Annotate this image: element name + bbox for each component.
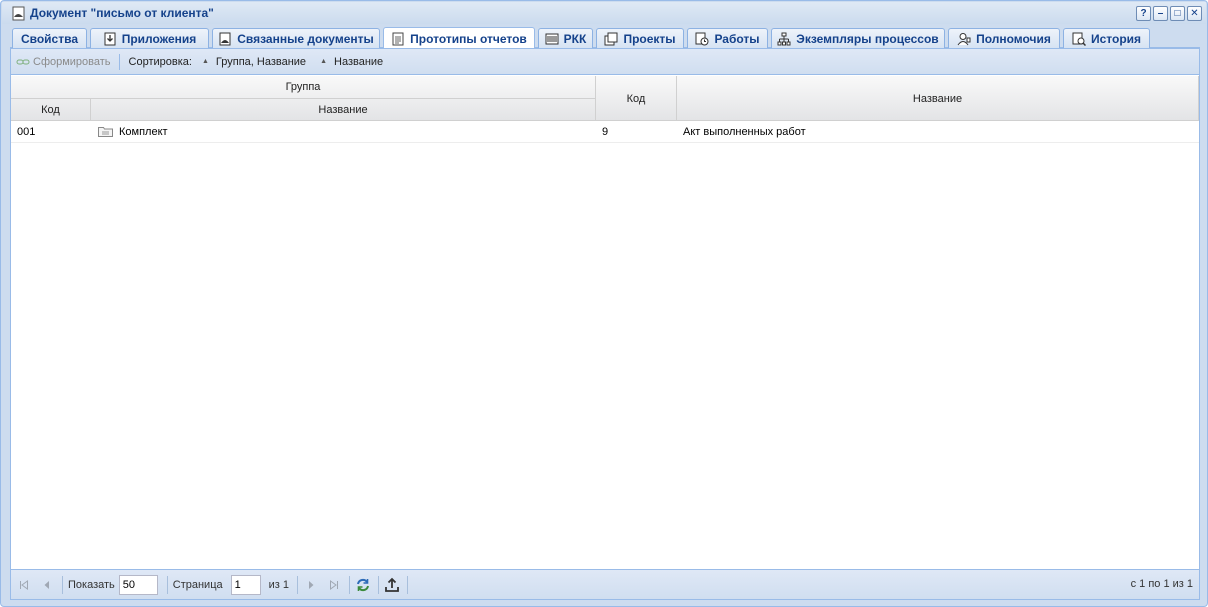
group-column-header[interactable]: Группа — [11, 76, 596, 99]
rkk-icon — [545, 32, 559, 46]
generate-label: Сформировать — [33, 55, 111, 68]
tab-label: Работы — [714, 31, 760, 46]
show-label: Показать — [68, 578, 115, 591]
tab-label: Приложения — [121, 31, 197, 46]
sort-item-label: Группа, Название — [215, 55, 307, 68]
tab-label: История — [1090, 31, 1142, 46]
history-icon — [1072, 32, 1086, 46]
last-page-icon[interactable] — [326, 577, 342, 593]
minimize-button[interactable]: – — [1153, 6, 1168, 21]
prev-page-icon[interactable] — [39, 577, 55, 593]
group-code-column-header[interactable]: Код — [11, 99, 91, 121]
linked-docs-icon — [218, 32, 232, 46]
paging-status: с 1 по 1 из 1 — [1130, 578, 1193, 590]
group-name-header-label: Название — [318, 104, 368, 116]
sort-label: Сортировка: — [128, 55, 192, 68]
tab-strip: Свойства Приложения Связанные документы … — [10, 26, 1200, 49]
pager-separator — [62, 575, 63, 594]
group-name-cell: Комплект — [91, 121, 596, 142]
tab-label: Проекты — [623, 31, 676, 46]
export-icon[interactable] — [384, 577, 400, 593]
first-page-icon[interactable] — [16, 577, 32, 593]
tab-process-instances[interactable]: Экземпляры процессов — [771, 28, 945, 48]
sort-asc-icon: ▲ — [201, 58, 209, 65]
tab-label: Экземпляры процессов — [796, 31, 939, 46]
tab-linked-documents[interactable]: Связанные документы — [212, 28, 380, 48]
report-prototypes-panel: Сформировать Сортировка: ▲ Группа, Назва… — [10, 48, 1200, 600]
pager-separator — [378, 575, 379, 594]
tab-label: Свойства — [20, 31, 79, 46]
help-button[interactable]: ? — [1136, 6, 1151, 21]
paging-toolbar: Показать Страница из 1 с 1 по 1 из 1 — [11, 569, 1199, 599]
group-name-column-header[interactable]: Название — [91, 99, 596, 121]
report-icon — [391, 32, 405, 46]
next-page-icon[interactable] — [303, 577, 319, 593]
generate-button[interactable]: Сформировать — [16, 56, 111, 68]
window-titlebar[interactable]: Документ "письмо от клиента" ? – □ ✕ — [2, 2, 1206, 24]
link-icon — [16, 57, 30, 67]
table-row[interactable]: 001 Комплект 9 Акт выполненных работ — [11, 121, 1199, 143]
code-cell: 9 — [602, 125, 609, 138]
code-header-label: Код — [626, 92, 646, 105]
tab-label: РКК — [563, 31, 587, 46]
document-window: Документ "письмо от клиента" ? – □ ✕ Сво… — [0, 0, 1208, 607]
tab-label: Полномочия — [976, 31, 1051, 46]
name-cell: Акт выполненных работ — [683, 125, 806, 138]
sort-name[interactable]: ▲ Название — [320, 56, 383, 68]
group-code-cell: 001 — [17, 125, 36, 138]
process-icon — [777, 32, 791, 46]
pager-separator — [407, 575, 408, 594]
grid-toolbar: Сформировать Сортировка: ▲ Группа, Назва… — [11, 49, 1199, 75]
code-column-header[interactable]: Код — [596, 76, 677, 121]
group-header-label: Группа — [285, 81, 321, 93]
tab-authority[interactable]: Полномочия — [948, 28, 1060, 48]
page-label: Страница — [172, 578, 223, 591]
tab-history[interactable]: История — [1063, 28, 1150, 48]
folder-icon — [98, 126, 113, 137]
grid-body: 001 Комплект 9 Акт выполненных работ — [11, 121, 1199, 571]
attachment-icon — [103, 32, 117, 46]
page-size-input[interactable] — [118, 574, 158, 595]
close-button[interactable]: ✕ — [1187, 6, 1202, 21]
pager-separator — [349, 575, 350, 594]
refresh-icon[interactable] — [355, 577, 371, 593]
name-header-label: Название — [912, 92, 963, 105]
tab-label: Связанные документы — [237, 31, 374, 46]
maximize-button[interactable]: □ — [1170, 6, 1185, 21]
page-count-label: из 1 — [268, 578, 289, 591]
group-code-header-label: Код — [41, 104, 60, 116]
document-icon — [10, 5, 26, 21]
window-tools: ? – □ ✕ — [1136, 6, 1202, 21]
pager-separator — [297, 575, 298, 594]
tab-properties[interactable]: Свойства — [12, 28, 87, 48]
sort-item-label: Название — [334, 55, 384, 68]
page-number-input[interactable] — [230, 574, 261, 595]
grid-header: Группа Код Название Код Название — [11, 76, 1199, 121]
name-column-header[interactable]: Название — [677, 76, 1199, 121]
pager-separator — [166, 575, 168, 594]
tab-works[interactable]: Работы — [687, 28, 768, 48]
sort-asc-icon: ▲ — [320, 58, 327, 65]
window-title: Документ "письмо от клиента" — [30, 6, 214, 20]
tab-rkk[interactable]: РКК — [538, 28, 593, 48]
toolbar-separator — [118, 53, 120, 70]
projects-icon — [604, 32, 618, 46]
tab-report-prototypes[interactable]: Прототипы отчетов — [383, 27, 535, 49]
sort-group-name[interactable]: ▲ Группа, Название — [202, 56, 306, 68]
group-name-text: Комплект — [119, 125, 168, 138]
tab-projects[interactable]: Проекты — [596, 28, 684, 48]
works-icon — [695, 32, 709, 46]
tab-label: Прототипы отчетов — [410, 31, 527, 46]
authority-icon — [957, 32, 971, 46]
tab-attachments[interactable]: Приложения — [90, 28, 209, 48]
